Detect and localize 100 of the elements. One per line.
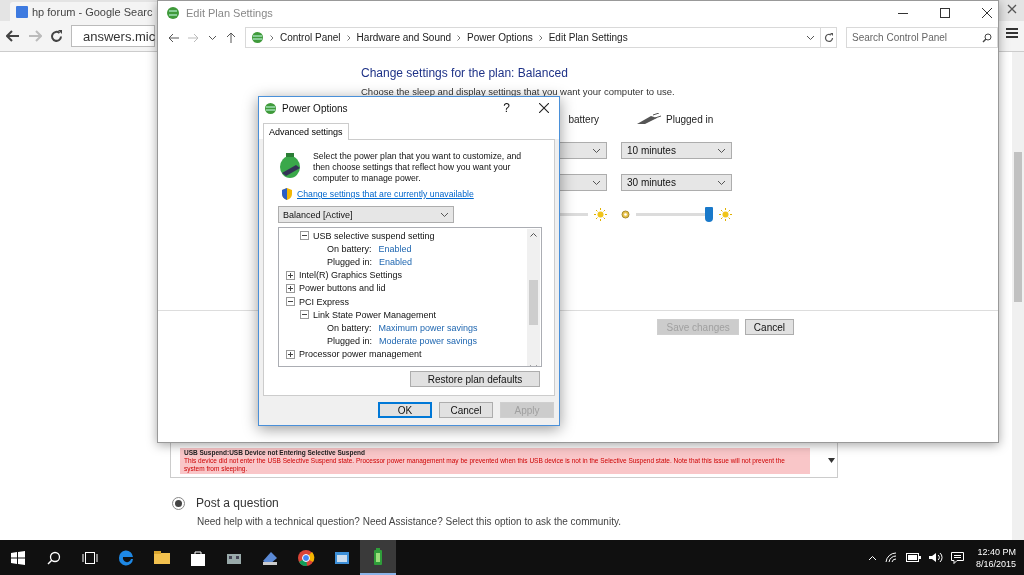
taskbar-app[interactable]: [360, 540, 396, 575]
option-label[interactable]: Post a question: [196, 496, 279, 510]
globe-icon: [166, 6, 180, 20]
close-icon[interactable]: [982, 8, 992, 18]
expand-icon[interactable]: [286, 283, 295, 293]
collapse-icon[interactable]: [300, 231, 309, 241]
chrome-icon: [298, 549, 315, 566]
breadcrumb[interactable]: Edit Plan Settings: [548, 32, 628, 43]
chevron-down-icon: [592, 147, 601, 154]
address-bar[interactable]: Control Panel Hardware and Sound Power Options Edit Plan Settings: [245, 27, 821, 48]
radio-button[interactable]: [172, 496, 185, 510]
page-description: Choose the sleep and display settings that you want your computer to use.: [361, 86, 676, 97]
chevron-down-icon: [717, 179, 726, 186]
expand-icon[interactable]: [286, 349, 295, 359]
dropdown[interactable]: 10 minutes: [621, 142, 732, 159]
tree-item[interactable]: Processor power management: [299, 349, 422, 360]
battery-icon: [374, 547, 382, 565]
scrollbar-thumb[interactable]: [529, 280, 538, 325]
plan-dropdown[interactable]: Balanced [Active]: [278, 206, 454, 223]
collapse-icon[interactable]: [286, 297, 295, 307]
breadcrumb[interactable]: Hardware and Sound: [356, 32, 452, 43]
refresh-icon: [823, 32, 834, 43]
breadcrumb[interactable]: Control Panel: [280, 32, 341, 43]
scrollbar[interactable]: [1012, 52, 1024, 540]
scrollbar[interactable]: [527, 229, 540, 366]
clock[interactable]: 12:40 PM 8/16/2015: [975, 545, 1016, 570]
breadcrumb[interactable]: Power Options: [467, 32, 533, 43]
scroll-down-icon[interactable]: [828, 458, 835, 463]
reload-icon[interactable]: [50, 29, 63, 43]
column-heading: battery: [568, 113, 599, 125]
building-icon: [227, 553, 241, 564]
back-icon[interactable]: [6, 30, 20, 42]
sun-icon: [719, 207, 732, 221]
plug-icon: [637, 113, 661, 125]
setting-value[interactable]: Enabled: [379, 256, 413, 267]
chevron-down-icon: [592, 179, 601, 186]
back-icon[interactable]: [168, 32, 179, 43]
tree-item[interactable]: Link State Power Management: [313, 309, 437, 320]
up-icon[interactable]: [226, 32, 236, 43]
setting-label: Plugged in:: [327, 336, 373, 347]
scrollbar-thumb[interactable]: [1014, 152, 1022, 302]
search-field[interactable]: Search Control Panel: [846, 27, 998, 48]
task-view-icon[interactable]: [82, 551, 98, 564]
separator-icon: [346, 34, 351, 41]
separator-icon: [457, 34, 462, 41]
scroll-up-icon[interactable]: [530, 233, 537, 237]
setting-value[interactable]: Maximum power savings: [378, 322, 478, 333]
shopping-bag-icon: [191, 551, 205, 566]
volume-icon[interactable]: [928, 552, 943, 563]
dropdown[interactable]: 30 minutes: [621, 174, 732, 191]
search-icon[interactable]: [47, 550, 61, 565]
computer-icon: [263, 551, 277, 565]
site-icon: [16, 5, 28, 18]
slider[interactable]: [636, 206, 713, 222]
wifi-icon[interactable]: [884, 552, 898, 563]
menu-icon[interactable]: [1006, 28, 1018, 38]
chevron-down-icon: [717, 147, 726, 154]
address-bar[interactable]: answers.mic: [71, 25, 155, 47]
chevron-up-icon[interactable]: [867, 554, 877, 561]
battery-icon[interactable]: [905, 553, 921, 562]
expand-icon[interactable]: [286, 270, 295, 280]
sun-icon: [594, 207, 607, 221]
settings-link[interactable]: Change settings that are currently unavailable: [297, 189, 474, 199]
folder-icon: [154, 550, 170, 564]
start-icon[interactable]: [11, 550, 25, 565]
setting-value[interactable]: Enabled: [378, 243, 412, 254]
tree-item[interactable]: USB selective suspend setting: [313, 230, 435, 241]
dropdown-icon: [806, 34, 815, 41]
tab[interactable]: Advanced settings: [263, 123, 349, 140]
close-icon[interactable]: [1007, 4, 1017, 14]
globe-icon: [264, 101, 277, 115]
instructions: Select the power plan that you want to customize, and then choose settings that reflect how you want your computer to manage power.: [313, 151, 523, 184]
collapse-icon[interactable]: [300, 310, 309, 320]
page-heading: Change settings for the plan: Balanced: [361, 66, 569, 80]
dialog-button[interactable]: OK: [378, 402, 432, 418]
dialog-button[interactable]: Cancel: [439, 402, 493, 418]
dialog-title: Power Options: [282, 102, 348, 114]
tree-item[interactable]: PCI Express: [299, 296, 349, 307]
help-button[interactable]: ?: [503, 101, 510, 115]
close-icon[interactable]: [539, 103, 549, 113]
globe-icon: [251, 31, 264, 44]
notification-icon[interactable]: [950, 551, 964, 564]
restore-defaults-button[interactable]: Restore plan defaults: [410, 371, 540, 387]
dim-sun-icon: [621, 209, 630, 219]
column-heading: Plugged in: [666, 113, 714, 125]
separator-icon: [538, 34, 543, 41]
setting-value[interactable]: Moderate power savings: [379, 336, 478, 347]
refresh-button[interactable]: [821, 27, 837, 48]
edge-icon: [119, 550, 133, 565]
maximize-icon[interactable]: [940, 8, 950, 18]
window-icon: [335, 551, 349, 564]
dialog-button[interactable]: Cancel: [744, 319, 794, 335]
separator-icon: [270, 34, 274, 41]
browser-tab[interactable]: hp forum - Google Searc: [10, 2, 160, 21]
tree-item[interactable]: Power buttons and lid: [299, 283, 386, 294]
recent-locations-icon: [208, 34, 217, 41]
window-title: Edit Plan Settings: [186, 7, 273, 19]
slider-thumb[interactable]: [705, 206, 714, 222]
tree-item[interactable]: Intel(R) Graphics Settings: [299, 270, 403, 281]
setting-label: On battery:: [327, 322, 372, 333]
